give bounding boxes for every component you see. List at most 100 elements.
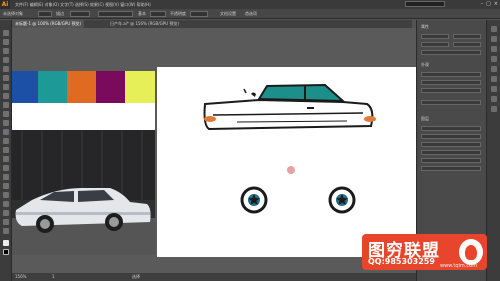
panel-field[interactable] [421,80,481,85]
blend-tool-icon[interactable] [3,174,9,180]
front-light[interactable] [364,116,376,122]
search-input[interactable] [405,1,445,7]
stroke-weight-select[interactable] [70,11,90,17]
panel-field[interactable] [421,158,481,163]
panel-field[interactable] [421,126,481,131]
front-wheel[interactable] [328,186,356,214]
app-logo: Ai [0,0,10,9]
panel-field[interactable] [421,42,449,47]
opacity-label: 不透明度 [170,11,186,16]
artboard-tool-icon[interactable] [3,201,9,207]
pencil-tool-icon[interactable] [3,93,9,99]
selection-status: 未选择对象 [3,11,23,16]
watermark-site: www.tqlm.com [440,263,478,269]
side-mirror [251,92,256,97]
brush-select[interactable] [98,11,133,17]
opacity-field[interactable] [190,11,208,17]
transparency-panel-icon[interactable] [491,86,497,92]
panel-field[interactable] [421,50,481,55]
panel-field[interactable] [421,34,449,39]
current-tool-status: 选择 [132,274,140,279]
zoom-tool-icon[interactable] [3,228,9,234]
panel-field[interactable] [421,142,481,147]
window-controls: – □ × [481,1,498,7]
gradient-panel-icon[interactable] [491,76,497,82]
scale-tool-icon[interactable] [3,120,9,126]
panel-field[interactable] [421,134,481,139]
panel-title-properties[interactable]: 属性 [421,24,429,30]
zoom-level[interactable]: 156% [15,274,26,279]
pen-tool-icon[interactable] [3,48,9,54]
car-roof-window[interactable] [257,83,346,103]
symbols-panel-icon[interactable] [491,56,497,62]
minimize-icon[interactable]: – [481,1,484,7]
panel-dock [486,20,500,281]
graph-tool-icon[interactable] [3,192,9,198]
fill-color-icon[interactable] [3,240,9,246]
fill-swatch[interactable] [38,11,52,17]
prefs-button[interactable]: 首选项 [245,11,257,17]
stroke-color-icon[interactable] [3,249,9,255]
style-label: 基本 [138,11,146,16]
stroke-label: 描边 [56,11,64,16]
pathfinder-panel-icon[interactable] [491,106,497,112]
anchor-point[interactable] [287,166,295,174]
direct-selection-tool-icon[interactable] [3,39,9,45]
brush-tool-icon[interactable] [3,84,9,90]
type-tool-icon[interactable] [3,57,9,63]
watermark-qq: QQ:985303259 [368,257,435,266]
swatches-panel-icon[interactable] [491,36,497,42]
menu-bar: Ai 文件(F) 编辑(E) 对象(O) 文字(T) 选择(S) 效果(C) 视… [0,0,500,9]
panel-field[interactable] [421,72,481,77]
eraser-tool-icon[interactable] [3,102,9,108]
rotate-tool-icon[interactable] [3,111,9,117]
car-illustration[interactable] [157,67,416,257]
swatch-purple [96,71,125,103]
rear-light[interactable] [204,116,216,122]
selection-tool-icon[interactable] [3,30,9,36]
panel-field[interactable] [421,150,481,155]
panel-field[interactable] [421,88,481,93]
car-photo-drawing [12,130,155,255]
artboard[interactable] [157,67,416,257]
door-handle [307,107,314,109]
align-panel-icon[interactable] [491,96,497,102]
color-panel-icon[interactable] [491,26,497,32]
panel-title-layers[interactable]: 图层 [421,116,429,122]
rear-wheel[interactable] [240,186,268,214]
panel-title-appearance[interactable]: 外观 [421,62,429,68]
swatch-teal [38,71,67,103]
eyedropper-tool-icon[interactable] [3,165,9,171]
doc-setup-button[interactable]: 文档设置 [220,11,236,17]
tools-panel [0,20,12,281]
swatch-blue [12,71,38,103]
menu-items[interactable]: 文件(F) 编辑(E) 对象(O) 文字(T) 选择(S) 效果(C) 视图(V… [15,2,151,8]
brushes-panel-icon[interactable] [491,46,497,52]
close-icon[interactable]: × [494,1,498,7]
swatch-yellow [125,71,155,103]
width-tool-icon[interactable] [3,129,9,135]
symbol-tool-icon[interactable] [3,183,9,189]
maximize-icon[interactable]: □ [486,1,491,7]
style-select[interactable] [150,11,166,17]
artboard-number[interactable]: 1 [52,274,55,279]
panel-field[interactable] [421,166,481,171]
status-bar: 156% 1 选择 [12,273,416,281]
gradient-tool-icon[interactable] [3,156,9,162]
tab-document-2[interactable]: 日产车.ai* @ 156% (RGB/GPU 预览) [107,20,182,28]
panel-field[interactable] [453,42,481,47]
slice-tool-icon[interactable] [3,210,9,216]
reference-car-photo [12,130,155,255]
tab-document-1[interactable]: 未标题-1 @ 100% (RGB/GPU 预览) [12,20,85,28]
panel-field[interactable] [421,100,481,105]
shape-builder-tool-icon[interactable] [3,147,9,153]
hand-tool-icon[interactable] [3,219,9,225]
document-tabs: 未标题-1 @ 100% (RGB/GPU 预览) 日产车.ai* @ 156%… [12,20,412,28]
stroke-panel-icon[interactable] [491,66,497,72]
free-transform-tool-icon[interactable] [3,138,9,144]
line-tool-icon[interactable] [3,66,9,72]
rectangle-tool-icon[interactable] [3,75,9,81]
canvas[interactable] [12,28,416,274]
panel-field[interactable] [453,34,481,39]
swatch-orange [67,71,96,103]
